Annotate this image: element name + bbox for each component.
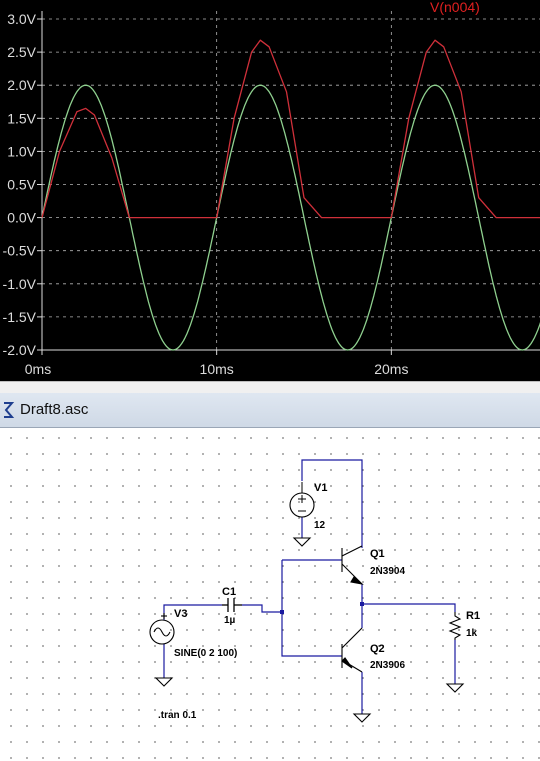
ground-symbol [352, 713, 372, 723]
y-tick-label: -2.0V [3, 342, 37, 358]
v1-label: V1 [314, 482, 327, 494]
y-tick-label: 2.5V [7, 44, 36, 60]
c1-value: 1µ [224, 615, 236, 626]
q1-label: Q1 [370, 548, 385, 560]
y-tick-label: 0.0V [7, 210, 36, 226]
q2-pnp-transistor[interactable] [341, 627, 363, 673]
ltspice-schematic-icon [4, 402, 15, 418]
junction-dot [280, 610, 284, 614]
v3-sine-source[interactable] [149, 613, 175, 645]
c1-capacitor[interactable] [222, 598, 242, 612]
v3-label: V3 [174, 608, 187, 620]
y-tick-label: 0.5V [7, 177, 36, 193]
q1-model: 2N3904 [370, 566, 405, 577]
v3-value: SINE(0 2 100) [174, 648, 237, 659]
v1-value: 12 [314, 520, 326, 531]
trace-label-output[interactable]: V(n004) [430, 0, 480, 15]
r1-value: 1k [466, 628, 478, 639]
waveform-plot[interactable]: 3.0V 2.5V 2.0V 1.5V 1.0V 0.5V 0.0V -0.5V -1.0V -1… [0, 0, 540, 381]
junction-dot [360, 602, 364, 606]
x-tick-label: 20ms [374, 361, 408, 377]
y-tick-label: 2.0V [7, 77, 36, 93]
c1-label: C1 [222, 586, 236, 598]
wires [163, 459, 456, 714]
schematic-canvas[interactable]: V1 12 Q1 2N3904 Q2 2N3906 C1 1µ V3 SINE(… [0, 428, 540, 761]
window-title: Draft8.asc [20, 401, 89, 418]
v1-voltage-source[interactable] [289, 482, 315, 518]
y-tick-label: -1.5V [3, 309, 37, 325]
y-tick-label: -0.5V [3, 243, 37, 259]
x-tick-label: 10ms [200, 361, 234, 377]
x-tick-label: 0ms [25, 361, 51, 377]
ground-symbol [292, 537, 312, 547]
waveform-plot-pane[interactable]: 3.0V 2.5V 2.0V 1.5V 1.0V 0.5V 0.0V -0.5V -1.0V -1… [0, 0, 540, 381]
r1-resistor[interactable] [448, 612, 462, 640]
y-tick-label: 1.0V [7, 143, 36, 159]
q2-label: Q2 [370, 643, 385, 655]
q1-npn-transistor[interactable] [341, 545, 364, 585]
ground-symbol [445, 683, 465, 693]
spice-directive[interactable]: .tran 0.1 [158, 710, 197, 721]
y-tick-label: 3.0V [7, 11, 36, 27]
r1-label: R1 [466, 610, 480, 622]
y-tick-label: -1.0V [3, 276, 37, 292]
y-tick-label: 1.5V [7, 110, 36, 126]
schematic-drawing[interactable]: V1 12 Q1 2N3904 Q2 2N3906 C1 1µ V3 SINE(… [0, 428, 540, 761]
schematic-titlebar[interactable]: Draft8.asc [0, 393, 540, 428]
ground-symbol [154, 677, 174, 687]
q2-model: 2N3906 [370, 660, 405, 671]
